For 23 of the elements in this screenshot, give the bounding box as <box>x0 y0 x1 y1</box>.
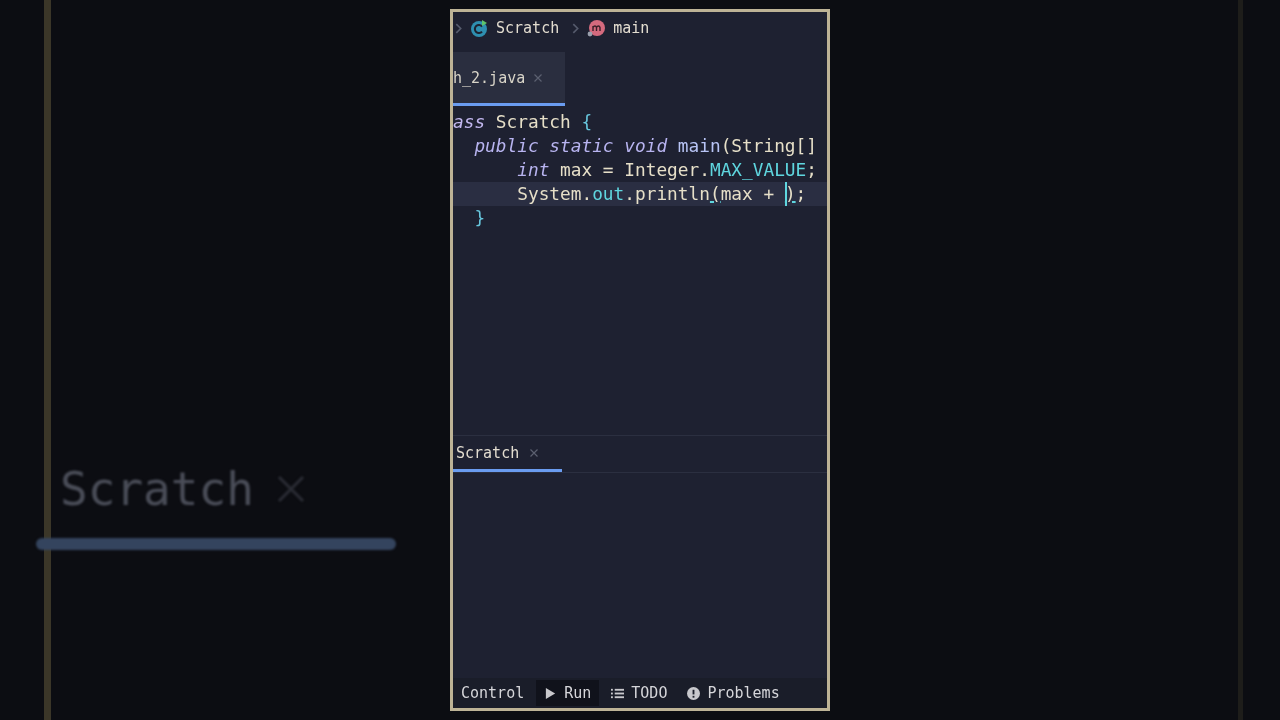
code-line: } <box>473 206 487 230</box>
breadcrumb-item[interactable]: Scratch <box>496 19 560 37</box>
chevron-icon <box>455 22 462 34</box>
tool-window-button[interactable]: TODO <box>603 680 676 706</box>
editor-tab[interactable]: h_2.java <box>453 52 565 106</box>
code-line: public static void main(String[] <box>473 134 818 158</box>
close-icon[interactable] <box>533 72 544 83</box>
list-icon <box>611 686 625 700</box>
method-icon <box>586 18 607 38</box>
chevron-icon <box>572 22 580 34</box>
close-icon[interactable] <box>529 447 540 458</box>
code-line: int max = Integer.MAX_VALUE; <box>516 158 818 182</box>
run-tab[interactable]: Scratch <box>453 436 562 472</box>
close-icon <box>275 474 306 504</box>
breadcrumb-item[interactable]: main <box>613 19 650 37</box>
play-icon <box>544 686 558 700</box>
tool-window-button[interactable]: Run <box>536 680 600 706</box>
exclamation-icon <box>687 686 701 700</box>
tool-window-button[interactable]: Control <box>453 680 533 706</box>
class-icon <box>469 18 489 38</box>
code-line: ass Scratch { <box>453 110 594 134</box>
tool-window-button[interactable]: Problems <box>679 680 788 706</box>
tab-label: Scratch <box>60 462 254 516</box>
